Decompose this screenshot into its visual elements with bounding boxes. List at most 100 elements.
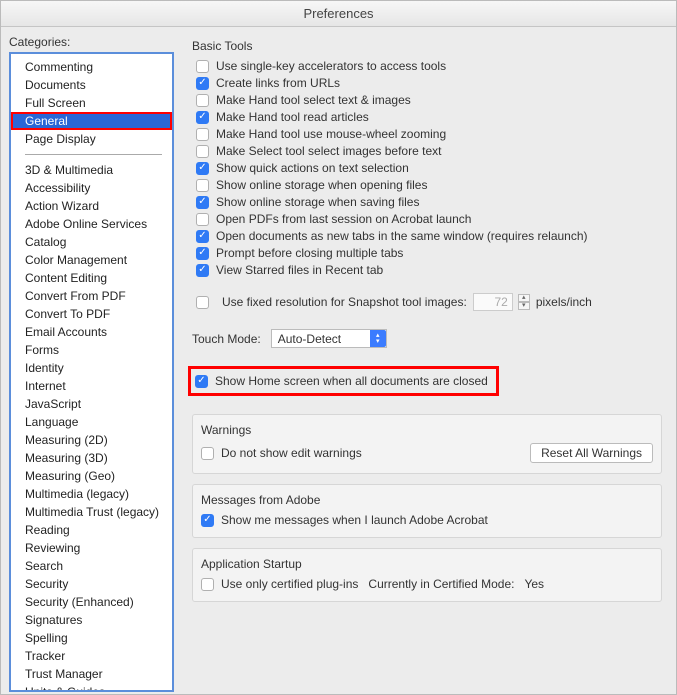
option-row: Make Select tool select images before te… xyxy=(196,144,662,158)
messages-checkbox[interactable] xyxy=(201,514,214,527)
home-screen-checkbox[interactable] xyxy=(195,375,208,388)
touch-mode-select[interactable]: Auto-Detect ▴▾ xyxy=(271,329,387,348)
option-checkbox[interactable] xyxy=(196,128,209,141)
option-checkbox[interactable] xyxy=(196,264,209,277)
option-row: Make Hand tool use mouse-wheel zooming xyxy=(196,127,662,141)
option-label: Prompt before closing multiple tabs xyxy=(216,246,403,260)
sidebar-item-content-editing[interactable]: Content Editing xyxy=(11,269,172,287)
sidebar-item-security-enhanced-[interactable]: Security (Enhanced) xyxy=(11,593,172,611)
sidebar-item-adobe-online-services[interactable]: Adobe Online Services xyxy=(11,215,172,233)
sidebar-item-trust-manager[interactable]: Trust Manager xyxy=(11,665,172,683)
categories-list[interactable]: CommentingDocumentsFull ScreenGeneralPag… xyxy=(9,52,174,692)
option-row: View Starred files in Recent tab xyxy=(196,263,662,277)
edit-warnings-label: Do not show edit warnings xyxy=(221,446,362,460)
option-label: Make Hand tool select text & images xyxy=(216,93,411,107)
certified-mode-value: Yes xyxy=(524,577,544,591)
sidebar: Categories: CommentingDocumentsFull Scre… xyxy=(9,35,174,692)
option-label: Make Hand tool read articles xyxy=(216,110,369,124)
sidebar-item-internet[interactable]: Internet xyxy=(11,377,172,395)
sidebar-item-forms[interactable]: Forms xyxy=(11,341,172,359)
sidebar-item-reviewing[interactable]: Reviewing xyxy=(11,539,172,557)
home-screen-label: Show Home screen when all documents are … xyxy=(215,374,488,388)
option-row: Show quick actions on text selection xyxy=(196,161,662,175)
categories-label: Categories: xyxy=(9,35,174,49)
sidebar-divider xyxy=(25,154,162,155)
sidebar-item-identity[interactable]: Identity xyxy=(11,359,172,377)
option-checkbox[interactable] xyxy=(196,196,209,209)
option-label: Make Select tool select images before te… xyxy=(216,144,441,158)
option-checkbox[interactable] xyxy=(196,230,209,243)
certified-mode-label: Currently in Certified Mode: xyxy=(368,577,514,591)
option-label: Open documents as new tabs in the same w… xyxy=(216,229,588,243)
sidebar-item-spelling[interactable]: Spelling xyxy=(11,629,172,647)
option-label: Make Hand tool use mouse-wheel zooming xyxy=(216,127,446,141)
sidebar-item-catalog[interactable]: Catalog xyxy=(11,233,172,251)
sidebar-item-documents[interactable]: Documents xyxy=(11,76,172,94)
certified-plugins-checkbox[interactable] xyxy=(201,578,214,591)
sidebar-item-multimedia-legacy-[interactable]: Multimedia (legacy) xyxy=(11,485,172,503)
sidebar-item-units-guides[interactable]: Units & Guides xyxy=(11,683,172,692)
option-checkbox[interactable] xyxy=(196,213,209,226)
option-checkbox[interactable] xyxy=(196,179,209,192)
option-row: Show online storage when opening files xyxy=(196,178,662,192)
option-checkbox[interactable] xyxy=(196,94,209,107)
basic-tools-title: Basic Tools xyxy=(192,39,662,53)
sidebar-item-measuring-geo-[interactable]: Measuring (Geo) xyxy=(11,467,172,485)
option-label: Show online storage when opening files xyxy=(216,178,427,192)
sidebar-item-language[interactable]: Language xyxy=(11,413,172,431)
option-label: Show quick actions on text selection xyxy=(216,161,409,175)
sidebar-item-email-accounts[interactable]: Email Accounts xyxy=(11,323,172,341)
sidebar-item-accessibility[interactable]: Accessibility xyxy=(11,179,172,197)
sidebar-item-measuring-2d-[interactable]: Measuring (2D) xyxy=(11,431,172,449)
touch-mode-row: Touch Mode: Auto-Detect ▴▾ xyxy=(192,329,662,348)
snapshot-input[interactable] xyxy=(473,293,513,311)
startup-panel: Application Startup Use only certified p… xyxy=(192,548,662,602)
sidebar-item-search[interactable]: Search xyxy=(11,557,172,575)
snapshot-label: Use fixed resolution for Snapshot tool i… xyxy=(222,295,467,309)
option-checkbox[interactable] xyxy=(196,162,209,175)
sidebar-item-action-wizard[interactable]: Action Wizard xyxy=(11,197,172,215)
option-checkbox[interactable] xyxy=(196,111,209,124)
sidebar-item-page-display[interactable]: Page Display xyxy=(11,130,172,148)
snapshot-row: Use fixed resolution for Snapshot tool i… xyxy=(196,293,662,311)
title-bar: Preferences xyxy=(1,1,676,27)
snapshot-unit: pixels/inch xyxy=(536,295,592,309)
certified-plugins-label: Use only certified plug-ins xyxy=(221,577,358,591)
snapshot-stepper[interactable]: ▴▾ xyxy=(518,294,530,310)
preferences-window: Preferences Categories: CommentingDocume… xyxy=(0,0,677,695)
sidebar-item-convert-to-pdf[interactable]: Convert To PDF xyxy=(11,305,172,323)
touch-mode-value: Auto-Detect xyxy=(278,332,341,346)
sidebar-item-reading[interactable]: Reading xyxy=(11,521,172,539)
home-screen-highlight: Show Home screen when all documents are … xyxy=(188,366,499,396)
snapshot-checkbox[interactable] xyxy=(196,296,209,309)
option-checkbox[interactable] xyxy=(196,77,209,90)
option-checkbox[interactable] xyxy=(196,145,209,158)
sidebar-item-general[interactable]: General xyxy=(11,112,172,130)
option-row: Make Hand tool read articles xyxy=(196,110,662,124)
sidebar-item-javascript[interactable]: JavaScript xyxy=(11,395,172,413)
option-label: Create links from URLs xyxy=(216,76,340,90)
sidebar-item-multimedia-trust-legacy-[interactable]: Multimedia Trust (legacy) xyxy=(11,503,172,521)
edit-warnings-checkbox[interactable] xyxy=(201,447,214,460)
option-label: Open PDFs from last session on Acrobat l… xyxy=(216,212,471,226)
sidebar-item-3d-multimedia[interactable]: 3D & Multimedia xyxy=(11,161,172,179)
sidebar-item-measuring-3d-[interactable]: Measuring (3D) xyxy=(11,449,172,467)
sidebar-item-convert-from-pdf[interactable]: Convert From PDF xyxy=(11,287,172,305)
option-checkbox[interactable] xyxy=(196,247,209,260)
option-label: Use single-key accelerators to access to… xyxy=(216,59,446,73)
messages-title: Messages from Adobe xyxy=(201,493,653,507)
touch-mode-label: Touch Mode: xyxy=(192,332,261,346)
sidebar-item-signatures[interactable]: Signatures xyxy=(11,611,172,629)
sidebar-item-full-screen[interactable]: Full Screen xyxy=(11,94,172,112)
option-label: View Starred files in Recent tab xyxy=(216,263,383,277)
option-checkbox[interactable] xyxy=(196,60,209,73)
sidebar-item-security[interactable]: Security xyxy=(11,575,172,593)
sidebar-item-color-management[interactable]: Color Management xyxy=(11,251,172,269)
reset-warnings-button[interactable]: Reset All Warnings xyxy=(530,443,653,463)
sidebar-item-tracker[interactable]: Tracker xyxy=(11,647,172,665)
warnings-panel: Warnings Do not show edit warnings Reset… xyxy=(192,414,662,474)
messages-label: Show me messages when I launch Adobe Acr… xyxy=(221,513,488,527)
main-panel: Basic Tools Use single-key accelerators … xyxy=(174,35,668,692)
option-row: Prompt before closing multiple tabs xyxy=(196,246,662,260)
sidebar-item-commenting[interactable]: Commenting xyxy=(11,58,172,76)
